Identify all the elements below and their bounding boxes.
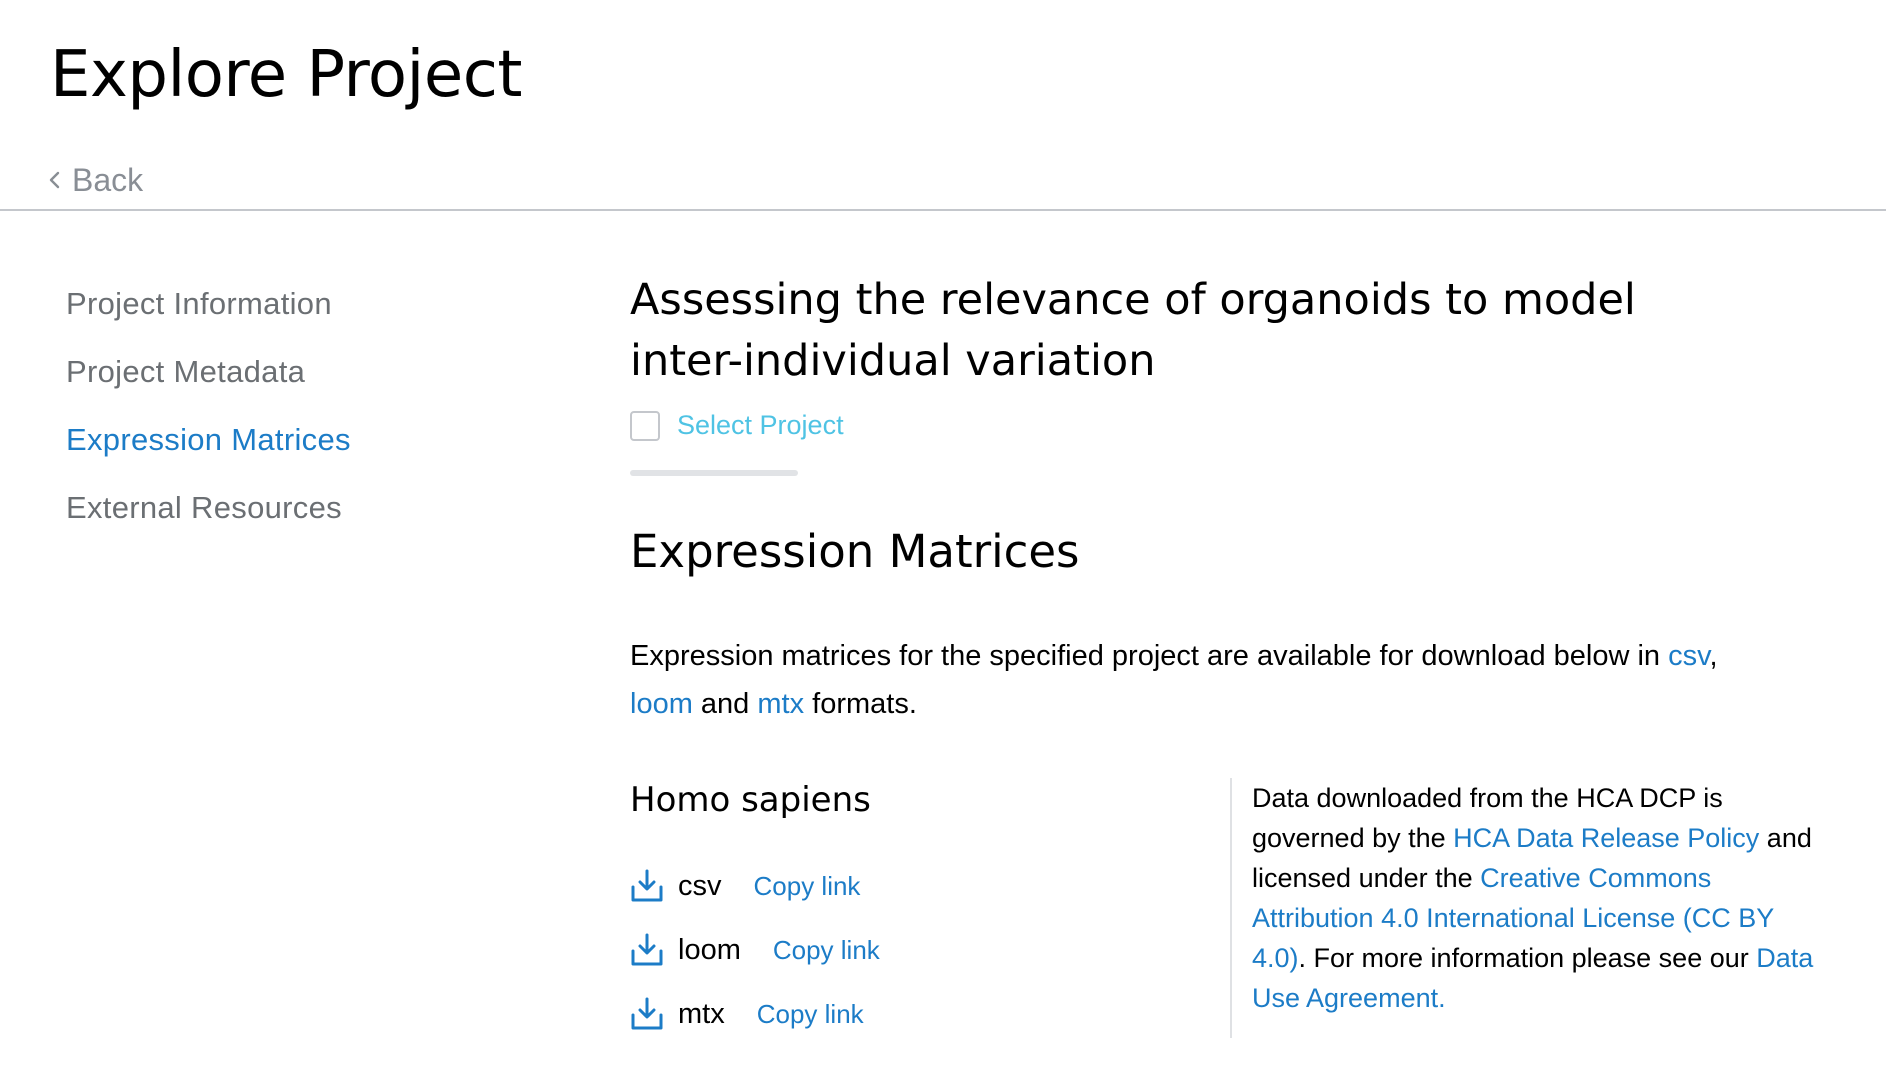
download-csv[interactable]: csv	[678, 870, 722, 903]
intro-comma: ,	[1709, 640, 1718, 672]
select-project-toggle[interactable]: Select Project	[630, 410, 844, 441]
back-link[interactable]: Back	[48, 158, 143, 202]
download-loom[interactable]: loom	[678, 934, 741, 967]
intro-and: and	[692, 688, 758, 720]
sidebar-item-project-information[interactable]: Project Information	[66, 280, 546, 348]
csv-format-link[interactable]: csv	[1668, 640, 1709, 672]
license-notice: Data downloaded from the HCA DCP is gove…	[1230, 778, 1820, 1038]
chevron-left-icon	[49, 171, 60, 189]
mtx-format-link[interactable]: mtx	[757, 688, 804, 720]
intro-text-end: formats.	[804, 688, 917, 720]
license-text: Data downloaded from the HCA DCP is gove…	[1252, 778, 1822, 1018]
copy-link-csv[interactable]: Copy link	[754, 871, 861, 902]
select-project-label[interactable]: Select Project	[677, 410, 844, 441]
intro-paragraph: Expression matrices for the specified pr…	[630, 632, 1830, 728]
intro-text: Expression matrices for the specified pr…	[630, 640, 1669, 672]
sidebar-nav: Project Information Project Metadata Exp…	[66, 280, 546, 552]
section-heading: Expression Matrices	[630, 525, 1080, 578]
sidebar-item-project-metadata[interactable]: Project Metadata	[66, 348, 546, 416]
loom-format-link[interactable]: loom	[630, 688, 693, 720]
project-title: Assessing the relevance of organoids to …	[630, 275, 1636, 386]
main-content: Assessing the relevance of organoids to …	[630, 270, 1830, 1038]
species-downloads: Homo sapiens csv Copy link loom Copy lin…	[630, 776, 1190, 1046]
species-title: Homo sapiens	[630, 780, 871, 820]
download-icon[interactable]	[630, 997, 664, 1031]
file-row-csv: csv Copy link	[630, 854, 1190, 918]
page-header: Explore Project Back	[0, 0, 1886, 211]
file-row-mtx: mtx Copy link	[630, 982, 1190, 1046]
copy-link-loom[interactable]: Copy link	[773, 935, 880, 966]
download-icon[interactable]	[630, 933, 664, 967]
sidebar-item-external-resources[interactable]: External Resources	[66, 484, 546, 552]
file-row-loom: loom Copy link	[630, 918, 1190, 982]
download-mtx[interactable]: mtx	[678, 998, 725, 1031]
page-title: Explore Project	[50, 38, 522, 112]
back-label: Back	[72, 162, 144, 198]
section-divider	[630, 470, 798, 476]
download-icon[interactable]	[630, 869, 664, 903]
license-text-3: . For more information please see our	[1298, 943, 1757, 973]
select-project-checkbox[interactable]	[630, 410, 660, 441]
data-release-policy-link[interactable]: HCA Data Release Policy	[1453, 823, 1759, 853]
sidebar-item-expression-matrices[interactable]: Expression Matrices	[66, 416, 546, 484]
copy-link-mtx[interactable]: Copy link	[757, 999, 864, 1030]
